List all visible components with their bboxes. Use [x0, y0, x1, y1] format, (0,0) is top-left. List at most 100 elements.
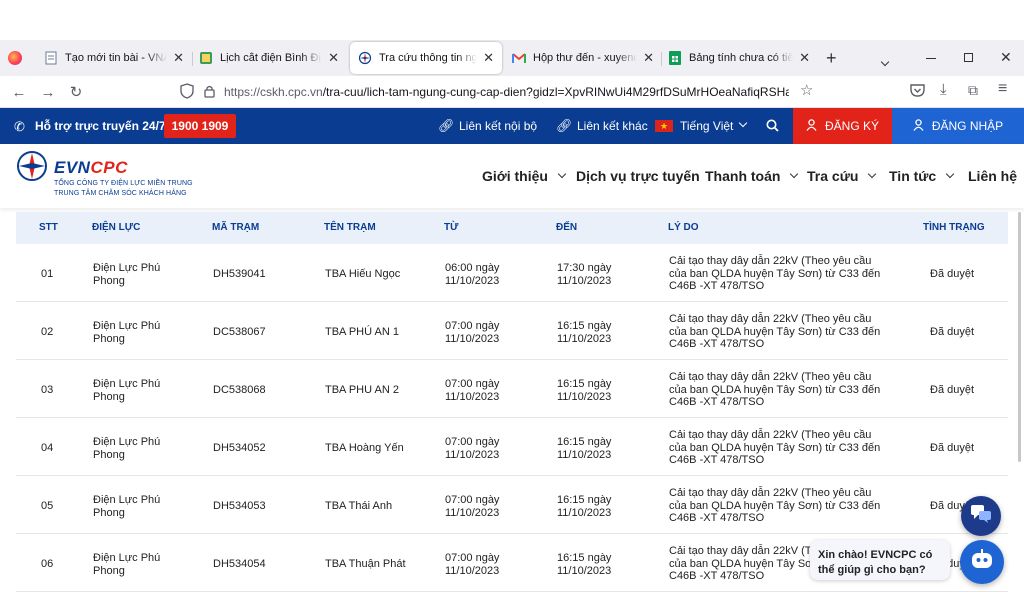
language-selector[interactable]: Tiếng Việt [680, 119, 733, 133]
column-header-ly-do: LÝ DO [668, 222, 699, 233]
register-button[interactable]: ĐĂNG KÝ [793, 108, 892, 144]
document-icon [44, 51, 58, 65]
menu-hamburger-icon[interactable]: ≡ [998, 80, 1007, 98]
menu-tra-cuu[interactable]: Tra cứu [807, 168, 877, 184]
evn-logo-icon[interactable] [16, 150, 48, 187]
cell-ma-tram: DH534053 [213, 500, 266, 512]
tab-list-chevron-icon[interactable] [880, 52, 890, 70]
new-tab-button[interactable]: + [826, 48, 837, 69]
cell-ten-tram: TBA Thái Anh [325, 500, 393, 512]
restore-icon[interactable] [964, 53, 973, 62]
login-button[interactable]: ĐĂNG NHẬP [892, 108, 1024, 144]
cell-tinh-trang: Đã duyệt [930, 326, 975, 338]
menu-label: Liên hệ [968, 168, 1018, 184]
cell-tu: 06:00 ngày 11/10/2023 [445, 262, 500, 287]
register-label: ĐĂNG KÝ [824, 119, 879, 133]
table-row: 02 Điện Lực Phú Phong DC538067 TBA PHÚ AN 1… [16, 302, 1008, 360]
gmail-icon [512, 51, 526, 65]
cell-tinh-trang: Đã duyệt [930, 442, 975, 454]
close-tab-icon[interactable]: ✕ [483, 50, 494, 66]
browser-tab-strip: Tạo mới tin bài - VNA.CMS ✕ Lịch cắt điệ… [0, 40, 1024, 76]
extensions-icon[interactable]: ⧉ [968, 82, 978, 99]
shield-icon[interactable] [180, 83, 194, 104]
chatbot-avatar[interactable] [960, 540, 1004, 584]
cell-stt: 04 [41, 442, 54, 454]
menu-thanh-toan[interactable]: Thanh toán [705, 168, 799, 184]
menu-gioi-thieu[interactable]: Giới thiệu [482, 168, 567, 184]
download-icon[interactable]: ⤓ [940, 81, 947, 98]
close-tab-icon[interactable]: ✕ [173, 50, 184, 66]
url-bar[interactable]: https://cskh.cpc.vn/tra-cuu/lich-tam-ngu… [172, 79, 820, 105]
cell-ly-do: Cải tạo thay dây dẫn 22kV (Theo yêu cầu … [669, 487, 881, 524]
tab-divider [661, 52, 662, 66]
column-header-stt: STT [39, 222, 58, 233]
hotline-label: Hỗ trợ trực truyến 24/7: [35, 119, 170, 133]
tab-vna-cms[interactable]: Tạo mới tin bài - VNA.CMS ✕ [44, 42, 184, 74]
url-path: /tra-cuu/lich-tam-ngung-cung-cap-dien?gi… [322, 85, 789, 99]
link-other[interactable]: Liên kết khác [577, 119, 648, 133]
table-row: 01 Điện Lực Phú Phong DH539041 TBA Hiếu Ngọ… [16, 244, 1008, 302]
tab-divider [192, 52, 193, 66]
close-tab-icon[interactable]: ✕ [328, 50, 339, 66]
chevron-down-icon [557, 169, 567, 179]
cell-den: 17:30 ngày 11/10/2023 [557, 262, 612, 287]
browser-nav-bar: ← → ↻ https://cskh.cpc.vn/tra-cuu/lich-t… [0, 76, 1024, 108]
cell-stt: 05 [41, 500, 54, 512]
close-tab-icon[interactable]: ✕ [799, 50, 810, 66]
search-icon[interactable] [766, 119, 779, 137]
tab-title: Tra cứu thông tin ngừng cung [379, 52, 478, 64]
table-header: STT ĐIỆN LỰC MÃ TRẠM TÊN TRẠM TỪ ĐẾN LÝ … [16, 212, 1008, 244]
column-header-ten-tram: TÊN TRẠM [324, 222, 376, 233]
close-window-icon[interactable]: ✕ [1000, 49, 1012, 66]
chevron-down-icon[interactable] [738, 118, 748, 128]
lock-icon[interactable] [204, 84, 215, 103]
cell-dien-luc: Điện Lực Phú Phong [93, 494, 161, 519]
menu-lien-he[interactable]: Liên hệ [968, 168, 1017, 184]
link-icon: 🔗︎ [438, 118, 455, 133]
menu-tin-tuc[interactable]: Tin tức [889, 168, 955, 184]
logo-subtitle-1: TỔNG CÔNG TY ĐIỆN LỰC MIỀN TRUNG [54, 180, 193, 187]
cell-ma-tram: DC538068 [213, 384, 266, 396]
cell-den: 16:15 ngày 11/10/2023 [557, 320, 612, 345]
cell-dien-luc: Điện Lực Phú Phong [93, 320, 161, 345]
column-header-tu: TỪ [444, 222, 459, 233]
url-text[interactable]: https://cskh.cpc.vn/tra-cuu/lich-tam-ngu… [224, 85, 789, 99]
vietnam-flag-icon: ★ [655, 120, 673, 132]
link-internal[interactable]: Liên kết nội bộ [459, 119, 537, 133]
reload-icon[interactable]: ↻ [66, 82, 86, 102]
tab-tra-cuu[interactable]: Tra cứu thông tin ngừng cung ✕ [350, 42, 502, 74]
menu-label: Tin tức [889, 168, 937, 184]
chevron-down-icon [868, 169, 877, 179]
close-tab-icon[interactable]: ✕ [643, 50, 654, 66]
column-header-dien-luc: ĐIỆN LỰC [92, 222, 141, 233]
tab-gmail[interactable]: Hộp thư đến - xuyenecon@ ✕ [512, 42, 654, 74]
logo-wordmark[interactable]: EVNCPC [54, 158, 128, 178]
chatbot-greeting[interactable]: Xin chào! EVNCPC có thể giúp gì cho bạn? [810, 540, 950, 580]
cell-stt: 03 [41, 384, 54, 396]
forward-arrow-icon[interactable]: → [38, 82, 58, 102]
user-icon [806, 118, 817, 134]
user-icon [913, 118, 924, 134]
menu-dich-vu[interactable]: Dịch vụ trực tuyến [576, 168, 700, 184]
cell-ly-do: Cải tạo thay dây dẫn 22kV (Theo yêu cầu … [669, 371, 881, 408]
cell-tinh-trang: Đã duyệt [930, 268, 975, 280]
support-chat-button[interactable] [961, 496, 1001, 536]
table-row: 04 Điện Lực Phú Phong DH534052 TBA Hoàng Yế… [16, 418, 1008, 476]
hotline-number[interactable]: 1900 1909 [164, 114, 236, 138]
tab-sheets[interactable]: Bảng tính chưa có tiêu đề ✕ [668, 42, 810, 74]
cell-ten-tram: TBA Hiếu Ngọc [325, 268, 401, 280]
logo-subtitle-2: TRUNG TÂM CHĂM SÓC KHÁCH HÀNG [54, 190, 187, 197]
menu-label: Dịch vụ trực tuyến [576, 168, 700, 184]
cell-ly-do: Cải tạo thay dây dẫn 22kV (Theo yêu cầu … [669, 313, 881, 350]
pocket-icon[interactable] [910, 83, 925, 102]
tab-lich-cat-dien[interactable]: Lịch cắt điện Bình Định ngày ✕ [199, 42, 339, 74]
bookmark-star-icon[interactable]: ☆ [800, 81, 813, 99]
firefox-icon[interactable] [8, 51, 22, 65]
table-row: 03 Điện Lực Phú Phong DC538068 TBA PHU AN 2… [16, 360, 1008, 418]
back-arrow-icon[interactable]: ← [9, 82, 29, 102]
cell-den: 16:15 ngày 11/10/2023 [557, 378, 612, 403]
minimize-icon[interactable] [926, 58, 936, 59]
page-scrollbar[interactable] [1018, 212, 1021, 462]
tab-title: Bảng tính chưa có tiêu đề [689, 52, 794, 64]
cell-dien-luc: Điện Lực Phú Phong [93, 552, 161, 577]
